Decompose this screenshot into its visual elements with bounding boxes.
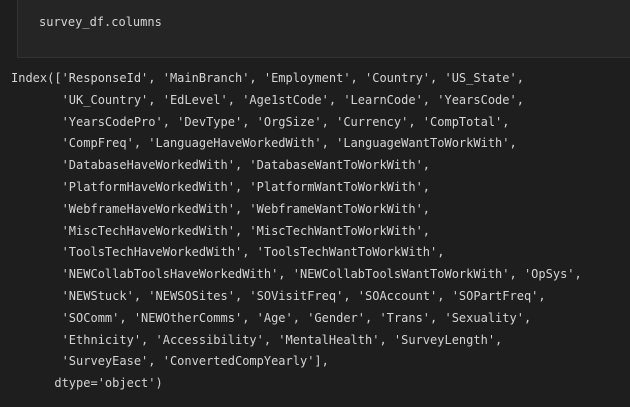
output-line: Index(['ResponseId', 'MainBranch', 'Empl… — [11, 71, 524, 85]
output-line: 'DatabaseHaveWorkedWith', 'DatabaseWantT… — [11, 158, 431, 173]
output-line: 'ToolsTechHaveWorkedWith', 'ToolsTechWan… — [11, 245, 445, 260]
output-line: 'Ethnicity', 'Accessibility', 'MentalHea… — [11, 332, 503, 347]
output-line: 'NEWCollabToolsHaveWorkedWith', 'NEWColl… — [11, 267, 582, 282]
output-line: 'SOComm', 'NEWOtherComms', 'Age', 'Gende… — [11, 310, 532, 325]
cell-output: Index(['ResponseId', 'MainBranch', 'Empl… — [0, 58, 630, 407]
output-line: 'WebframeHaveWorkedWith', 'WebframeWantT… — [11, 201, 431, 216]
code-cell-input[interactable]: survey_df.columns — [17, 0, 630, 58]
notebook: survey_df.columns Index(['ResponseId', '… — [0, 0, 630, 407]
output-line: 'SurveyEase', 'ConvertedCompYearly'], — [11, 354, 329, 369]
output-line: 'UK_Country', 'EdLevel', 'Age1stCode', '… — [11, 92, 524, 107]
output-line: 'PlatformHaveWorkedWith', 'PlatformWantT… — [11, 179, 431, 194]
output-line: 'YearsCodePro', 'DevType', 'OrgSize', 'C… — [11, 114, 510, 129]
output-line: dtype='object') — [11, 376, 163, 391]
output-text: Index(['ResponseId', 'MainBranch', 'Empl… — [11, 68, 582, 395]
code-line[interactable]: survey_df.columns — [39, 13, 162, 31]
output-line: 'MiscTechHaveWorkedWith', 'MiscTechWantT… — [11, 223, 431, 238]
output-line: 'CompFreq', 'LanguageHaveWorkedWith', 'L… — [11, 136, 517, 151]
output-line: 'NEWStuck', 'NEWSOSites', 'SOVisitFreq',… — [11, 288, 546, 303]
